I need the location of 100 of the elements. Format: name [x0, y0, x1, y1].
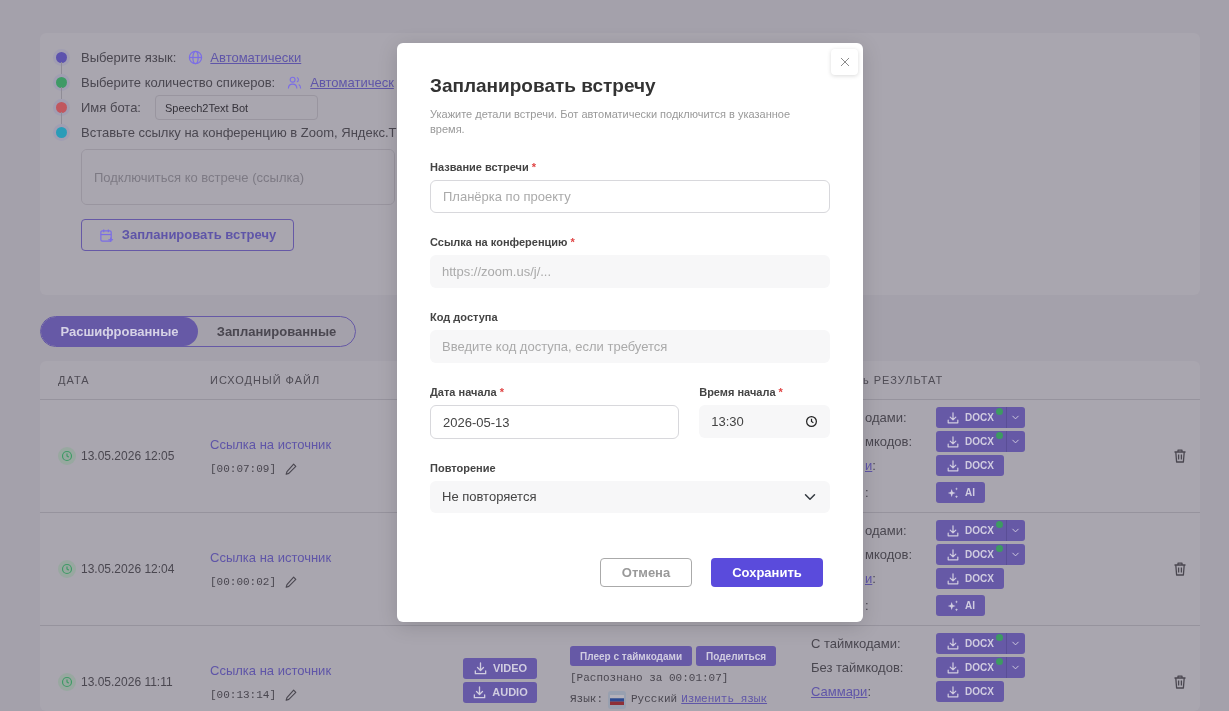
setting-label: Вставьте ссылку на конференцию в Zoom, Яндекс.Т — [81, 123, 397, 142]
pencil-icon — [284, 574, 298, 589]
download-button[interactable]: DOCX — [936, 657, 1006, 678]
duration-text: [00:00:02] — [210, 574, 276, 590]
schedule-button[interactable]: Запланировать встречу — [81, 219, 294, 251]
download-icon — [472, 661, 488, 676]
save-button[interactable]: Сохранить — [711, 558, 823, 587]
result-label: : — [872, 570, 876, 586]
download-icon — [946, 523, 960, 538]
input-field[interactable]: 2026-05-13 — [430, 405, 680, 439]
setting-label: Выберите язык: — [81, 48, 177, 67]
input-field[interactable]: Введите код доступа, если требуется — [430, 330, 830, 363]
field-label: Код доступа — [430, 311, 498, 323]
sparkle-icon — [946, 485, 960, 500]
setting-label: Имя бота: — [81, 98, 141, 117]
change-language-link[interactable]: Изменить язык — [681, 691, 768, 708]
download-button[interactable]: DOCX — [936, 455, 1004, 476]
download-icon — [946, 636, 960, 651]
column-header: ИСХОДНЫЙ ФАЙЛ — [210, 372, 321, 388]
field-label: Повторение — [430, 462, 496, 474]
trash-icon — [1172, 561, 1188, 577]
download-button[interactable]: AUDIO — [463, 682, 537, 703]
column-header: ДАТА — [58, 372, 90, 388]
result-label: Без таймкодов: — [811, 659, 904, 675]
recognized-text: [Распознано за 00:01:07] — [570, 671, 730, 686]
required-mark: * — [531, 161, 536, 173]
result-label: С таймкодами: — [811, 635, 901, 651]
ai-button[interactable]: AI — [936, 482, 985, 503]
date-text: 13.05.2026 12:04 — [81, 561, 175, 578]
download-icon — [946, 660, 960, 675]
language-label: Язык: — [570, 692, 603, 708]
result-label: мкодов: — [865, 546, 913, 562]
input-field[interactable]: Планёрка по проекту — [430, 180, 830, 213]
clock-icon — [58, 560, 76, 578]
globe-icon — [188, 50, 204, 65]
download-icon — [946, 458, 960, 473]
field-label: Время начала — [699, 386, 776, 398]
result-label: : — [867, 683, 871, 699]
setting-label: Выберите количество спикеров: — [81, 73, 276, 92]
field-label: Ссылка на конференцию — [430, 236, 568, 248]
duration-text: [00:13:14] — [210, 687, 276, 703]
result-label: одами: — [865, 409, 907, 425]
download-icon — [946, 684, 960, 699]
language-link[interactable]: Автоматически — [210, 47, 302, 68]
clock-icon — [58, 447, 76, 465]
required-mark: * — [778, 386, 783, 398]
close-icon — [838, 56, 851, 68]
download-button[interactable]: DOCX — [936, 544, 1006, 565]
delete-button[interactable] — [1172, 674, 1188, 690]
download-button[interactable]: DOCX — [936, 407, 1006, 428]
download-button[interactable]: DOCX — [936, 520, 1006, 541]
action-button[interactable]: Поделиться — [696, 646, 777, 666]
result-label: : — [865, 597, 869, 613]
repeat-select[interactable]: Не повторяется — [430, 481, 830, 513]
dialog-subtitle: Укажите детали встречи. Бот автоматически подключится в указанное время. — [430, 107, 792, 137]
date-text: 13.05.2026 11:11 — [81, 674, 173, 691]
delete-button[interactable] — [1172, 448, 1188, 464]
cancel-button[interactable]: Отмена — [600, 558, 692, 587]
download-button[interactable]: DOCX — [936, 431, 1006, 452]
tab[interactable]: Расшифрованные — [41, 317, 198, 346]
field-label: Название встречи — [430, 161, 529, 173]
download-icon — [946, 547, 960, 562]
field-label: Дата начала — [430, 386, 497, 398]
time-field[interactable]: 13:30 — [699, 405, 830, 438]
trash-icon — [1172, 674, 1188, 690]
download-button[interactable]: VIDEO — [463, 658, 537, 679]
calendar-icon — [98, 227, 114, 243]
delete-button[interactable] — [1172, 561, 1188, 577]
download-button[interactable]: DOCX — [936, 681, 1004, 702]
pencil-icon — [284, 461, 298, 476]
download-button[interactable]: DOCX — [936, 633, 1006, 654]
download-button[interactable]: DOCX — [936, 568, 1004, 589]
input-field[interactable]: https://zoom.us/j/... — [430, 255, 830, 288]
people-icon — [287, 75, 303, 90]
source-link[interactable]: Ссылка на источник — [210, 661, 463, 681]
ai-button[interactable]: AI — [936, 595, 985, 616]
bot-name-field[interactable]: Speech2Text Bot — [155, 95, 318, 120]
result-label: : — [865, 484, 869, 500]
close-button[interactable] — [831, 49, 858, 75]
speakers-link[interactable]: Автоматическ — [310, 72, 394, 93]
result-label: : — [872, 457, 876, 473]
download-icon — [472, 685, 488, 700]
date-text: 13.05.2026 12:05 — [81, 448, 175, 465]
duration-text: [00:07:09] — [210, 461, 276, 477]
download-icon — [946, 434, 960, 449]
tab[interactable]: Запланированные — [198, 317, 355, 346]
column-header: ь РЕЗУЛЬТАТ — [863, 372, 944, 388]
download-icon — [946, 410, 960, 425]
clock-icon — [58, 673, 76, 691]
language-text: Русский — [631, 692, 678, 708]
dialog-title: Запланировать встречу — [430, 74, 657, 98]
required-mark: * — [570, 236, 575, 248]
result-label: одами: — [865, 522, 907, 538]
result-label: мкодов: — [865, 433, 913, 449]
pencil-icon — [284, 687, 298, 702]
download-icon — [946, 571, 960, 586]
trash-icon — [1172, 448, 1188, 464]
action-button[interactable]: Плеер с таймкодами — [570, 646, 693, 666]
sparkle-icon — [946, 598, 960, 613]
required-mark: * — [499, 386, 504, 398]
